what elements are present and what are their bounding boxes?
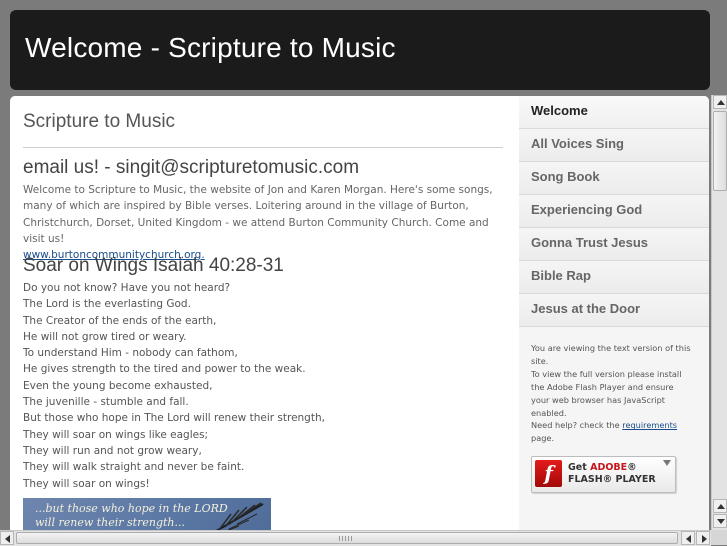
main-content: Scripture to Music email us! - singit@sc… [10, 96, 518, 530]
feather-icon [215, 502, 264, 530]
vertical-scrollbar[interactable] [711, 95, 727, 530]
sidebar-item-welcome[interactable]: Welcome [519, 96, 709, 129]
intro-paragraph: Welcome to Scripture to Music, the websi… [23, 182, 508, 263]
sidebar-nav: Welcome All Voices Sing Song Book Experi… [519, 96, 709, 327]
divider [23, 147, 503, 148]
adobe-reg: ® [627, 462, 637, 473]
lyric-line: But those who hope in The Lord will rene… [23, 412, 325, 425]
flash-note-3a: Need help? check the [531, 420, 623, 431]
scroll-grip-icon [339, 536, 353, 541]
flash-badge-line-1: Get ADOBE® [568, 462, 637, 473]
song-banner-image: ...but those who hope in the LORD will r… [23, 498, 271, 530]
flash-notice: You are viewing the text version of this… [531, 342, 691, 445]
download-arrow-icon [663, 460, 671, 466]
arrow-up-icon [717, 100, 725, 105]
caption-line-2: will renew their strength... [35, 516, 185, 529]
song-banner-caption: ...but those who hope in the LORD will r… [35, 502, 228, 530]
sidebar-item-jesus-at-the-door[interactable]: Jesus at the Door [519, 294, 709, 327]
lyric-line: He will not grow tired or weary. [23, 330, 187, 343]
horizontal-scroll-thumb[interactable] [16, 532, 678, 544]
horizontal-scrollbar[interactable] [0, 530, 711, 546]
flash-note-1: You are viewing the text version of this… [531, 343, 691, 366]
email-heading: email us! - singit@scripturetomusic.com [23, 157, 360, 178]
get-flash-player-button[interactable]: f Get ADOBE® FLASH® PLAYER [531, 456, 676, 493]
scroll-left-button-right[interactable] [681, 531, 695, 545]
arrow-right-icon [702, 535, 707, 543]
caption-line-1: ...but those who hope in the LORD [35, 502, 228, 515]
sidebar: Welcome All Voices Sing Song Book Experi… [519, 96, 709, 530]
sidebar-item-gonna-trust-jesus[interactable]: Gonna Trust Jesus [519, 228, 709, 261]
scroll-up-button[interactable] [713, 95, 727, 109]
scroll-left-button[interactable] [0, 531, 14, 545]
flash-get: Get [568, 462, 591, 473]
sidebar-item-bible-rap[interactable]: Bible Rap [519, 261, 709, 294]
lyric-line: Even the young become exhausted, [23, 379, 213, 392]
lyrics-list: Do you not know? Have you not heard? The… [23, 280, 325, 492]
adobe-brand: ADOBE [590, 462, 628, 473]
flash-logo-icon: f [535, 460, 562, 487]
flash-badge-line-2: FLASH® PLAYER [568, 474, 656, 485]
lyric-line: The juvenille - stumble and fall. [23, 396, 189, 409]
lyric-line: To understand Him - nobody can fathom, [23, 347, 238, 360]
flash-note-3b: page. [531, 433, 555, 444]
lyric-line: Do you not know? Have you not heard? [23, 282, 231, 294]
intro-text: Welcome to Scripture to Music, the websi… [23, 184, 493, 245]
arrow-left-icon [5, 535, 10, 543]
scroll-right-button[interactable] [696, 531, 710, 545]
sidebar-item-experiencing-god[interactable]: Experiencing God [519, 195, 709, 228]
page-title: Scripture to Music [23, 111, 176, 132]
lyric-line: They will run and not grow weary, [23, 444, 202, 457]
flash-note-2: To view the full version please install … [531, 368, 682, 418]
arrow-up-icon [717, 504, 725, 509]
arrow-down-icon [717, 519, 725, 524]
arrow-left-icon [686, 535, 691, 543]
lyric-line: He gives strength to the tired and power… [23, 363, 306, 376]
site-header: Welcome - Scripture to Music [10, 10, 710, 90]
sidebar-item-song-book[interactable]: Song Book [519, 162, 709, 195]
scrollbar-corner [711, 530, 727, 545]
lyric-line: They will soar on wings like eagles; [23, 428, 209, 441]
sidebar-item-all-voices-sing[interactable]: All Voices Sing [519, 129, 709, 162]
lyric-line: The Creator of the ends of the earth, [23, 314, 217, 327]
content-panel: Scripture to Music email us! - singit@sc… [10, 96, 709, 530]
scroll-up-button-lower[interactable] [713, 499, 727, 513]
song-heading: Soar on Wings Isaiah 40:28-31 [23, 255, 284, 276]
scroll-down-button[interactable] [713, 514, 727, 528]
vertical-scroll-thumb[interactable] [713, 111, 727, 191]
site-title: Welcome - Scripture to Music [25, 32, 396, 63]
lyric-line: They will soar on wings! [23, 477, 150, 490]
lyric-line: They will walk straight and never be fai… [23, 461, 245, 474]
requirements-link[interactable]: requirements [622, 420, 677, 430]
lyric-line: The Lord is the everlasting God. [23, 298, 191, 311]
